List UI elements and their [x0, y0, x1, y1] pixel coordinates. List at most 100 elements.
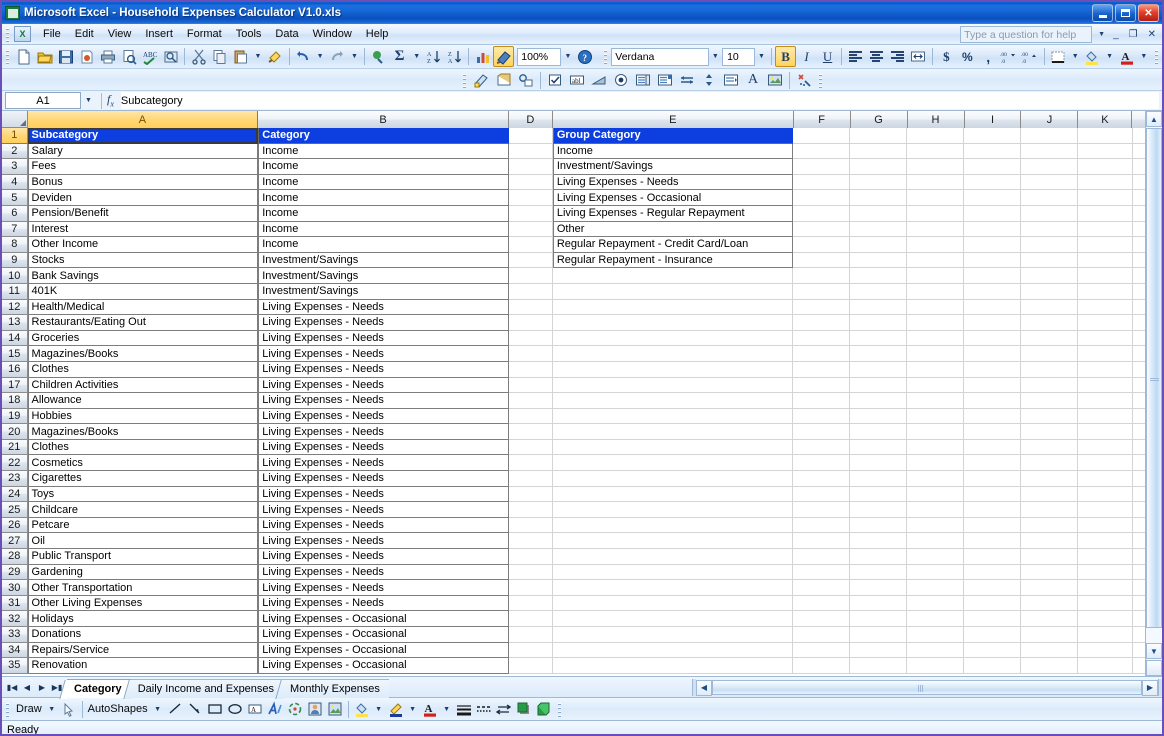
ask-a-question-input[interactable]: Type a question for help	[960, 26, 1093, 43]
cell-F29[interactable]	[793, 564, 851, 581]
cell-K25[interactable]	[1078, 502, 1133, 518]
cell-D22[interactable]	[508, 455, 553, 472]
triangle-icon[interactable]	[588, 70, 610, 91]
cell-B15[interactable]: Living Expenses - Needs	[258, 346, 509, 362]
scroll-down-icon[interactable]: ▼	[1146, 643, 1162, 659]
align-center-icon[interactable]	[866, 46, 887, 67]
zoom-input[interactable]: 100%	[517, 47, 562, 66]
cell-A17[interactable]: Children Activities	[27, 377, 259, 394]
cell-A13[interactable]: Restaurants/Eating Out	[27, 315, 259, 331]
cell-D13[interactable]	[508, 315, 553, 331]
cell-J12[interactable]	[1021, 299, 1079, 316]
cell-K12[interactable]	[1078, 299, 1133, 316]
row-header-3[interactable]: 3	[2, 159, 28, 175]
cell-H25[interactable]	[907, 502, 965, 518]
scroll-up-icon[interactable]: ▲	[1146, 111, 1162, 127]
cell-A31[interactable]: Other Living Expenses	[27, 595, 259, 612]
cell-A21[interactable]: Clothes	[27, 439, 259, 456]
cell-D6[interactable]	[508, 205, 553, 222]
cell-K33[interactable]	[1078, 627, 1133, 643]
fill-color-icon[interactable]	[352, 699, 372, 719]
split-box-icon[interactable]	[1146, 660, 1162, 676]
doc-close-icon[interactable]: ✕	[1146, 29, 1158, 40]
cell-A3[interactable]: Fees	[27, 159, 259, 175]
column-header-i[interactable]: I	[964, 111, 1022, 128]
cell-D33[interactable]	[508, 627, 553, 643]
cell-D32[interactable]	[508, 611, 553, 627]
cell-I15[interactable]	[964, 346, 1022, 362]
cell-J22[interactable]	[1021, 455, 1079, 472]
row-header-1[interactable]: 1	[2, 128, 28, 144]
cell-I31[interactable]	[964, 595, 1022, 612]
column-header-f[interactable]: F	[793, 111, 851, 128]
cell-G7[interactable]	[850, 221, 908, 238]
cell-K23[interactable]	[1078, 471, 1133, 487]
toolbar-overflow-grip-icon[interactable]	[1152, 48, 1161, 65]
cell-G18[interactable]	[850, 393, 908, 409]
cell-G23[interactable]	[850, 471, 908, 487]
cell-E18[interactable]	[552, 393, 794, 409]
cell-G15[interactable]	[850, 346, 908, 362]
cell-A34[interactable]: Repairs/Service	[27, 642, 259, 659]
cell-J35[interactable]	[1021, 658, 1079, 674]
control-properties-icon[interactable]	[793, 70, 815, 91]
cell-I3[interactable]	[964, 159, 1022, 175]
line-color-icon[interactable]	[386, 699, 406, 719]
cell-K7[interactable]	[1078, 221, 1133, 238]
cell-E31[interactable]	[552, 595, 794, 612]
cell-G17[interactable]	[850, 377, 908, 394]
cell-E22[interactable]	[552, 455, 794, 472]
cell-K26[interactable]	[1078, 517, 1133, 534]
cell-A22[interactable]: Cosmetics	[27, 455, 259, 472]
cell-E4[interactable]: Living Expenses - Needs	[552, 174, 794, 191]
cell-E15[interactable]	[552, 346, 794, 362]
autosum-icon[interactable]: Σ	[389, 46, 410, 67]
cell-J3[interactable]	[1021, 159, 1079, 175]
cell-I2[interactable]	[964, 143, 1022, 160]
row-header-6[interactable]: 6	[2, 205, 28, 222]
image-icon[interactable]	[764, 70, 786, 91]
cell-I1[interactable]	[964, 128, 1022, 144]
cell-K19[interactable]	[1078, 408, 1133, 425]
wordart-icon[interactable]	[265, 699, 285, 719]
doc-restore-button[interactable]: ❐	[1127, 29, 1140, 40]
redo-chevron-down-icon[interactable]: ▼	[348, 48, 361, 66]
cell-F12[interactable]	[793, 299, 851, 316]
cell-K13[interactable]	[1078, 315, 1133, 331]
cell-I24[interactable]	[964, 486, 1022, 503]
cell-I28[interactable]	[964, 549, 1022, 565]
horizontal-scroll-thumb[interactable]	[712, 680, 1142, 695]
cell-H7[interactable]	[907, 221, 965, 238]
cell-H18[interactable]	[907, 393, 965, 409]
forms-toolbar-overflow-grip-icon[interactable]	[817, 71, 825, 89]
cell-I19[interactable]	[964, 408, 1022, 425]
cell-F33[interactable]	[793, 627, 851, 643]
column-header-a[interactable]: A	[27, 111, 259, 128]
cell-D1[interactable]	[508, 128, 553, 144]
new-icon[interactable]	[14, 46, 35, 67]
cell-D11[interactable]	[508, 283, 553, 300]
name-box-chevron-down-icon[interactable]: ▼	[81, 92, 96, 109]
cell-A11[interactable]: 401K	[27, 283, 259, 300]
cell-I26[interactable]	[964, 517, 1022, 534]
cell-F9[interactable]	[793, 252, 851, 269]
cell-K18[interactable]	[1078, 393, 1133, 409]
column-header-d[interactable]: D	[508, 111, 553, 128]
cell-A18[interactable]: Allowance	[27, 393, 259, 409]
print-preview-icon[interactable]	[118, 46, 139, 67]
cell-A24[interactable]: Toys	[27, 486, 259, 503]
cell-A20[interactable]: Magazines/Books	[27, 424, 259, 440]
cell-A12[interactable]: Health/Medical	[27, 299, 259, 316]
cell-D5[interactable]	[508, 190, 553, 206]
cell-H30[interactable]	[907, 580, 965, 596]
row-header-22[interactable]: 22	[2, 455, 28, 472]
cell-A35[interactable]: Renovation	[27, 658, 259, 674]
rectangle-icon[interactable]	[205, 699, 225, 719]
cell-J23[interactable]	[1021, 471, 1079, 487]
insert-function-icon[interactable]: fx	[107, 92, 114, 108]
cell-F14[interactable]	[793, 330, 851, 347]
close-icon[interactable]: ✕	[1138, 4, 1159, 22]
cell-H27[interactable]	[907, 533, 965, 550]
cell-F19[interactable]	[793, 408, 851, 425]
row-header-12[interactable]: 12	[2, 299, 28, 316]
